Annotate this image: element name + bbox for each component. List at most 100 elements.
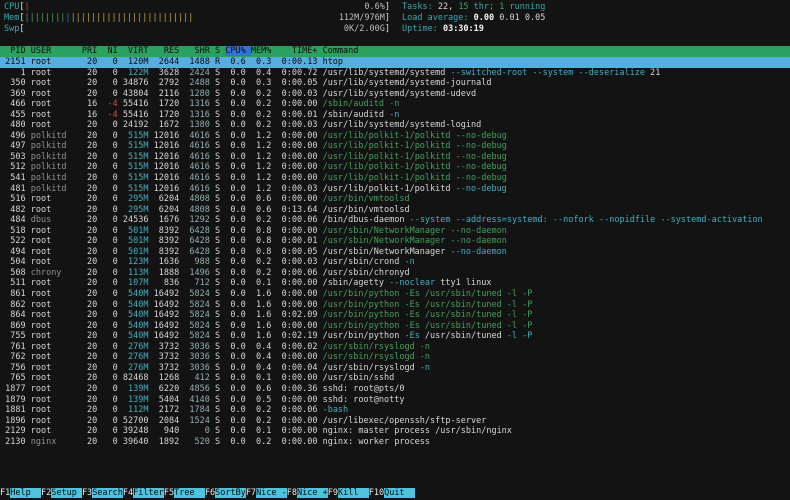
fkey-label: Nice -	[256, 488, 287, 498]
fkey-key: F6	[204, 488, 216, 498]
load-average: Load average: 0.00 0.01 0.05	[402, 13, 545, 24]
meters-panel: CPU[| 0.6%] Mem[|||||||||||||||||||||||||…	[4, 2, 390, 35]
column-header-res[interactable]: RES	[154, 46, 179, 56]
process-row[interactable]: 862 root 20 0 540M 16492 5824 S 0.0 1.6 …	[0, 300, 790, 311]
process-row[interactable]: 861 root 20 0 540M 16492 5824 S 0.0 1.6 …	[0, 289, 790, 300]
process-row[interactable]: 369 root 20 0 43804 2116 1280 S 0.0 0.2 …	[0, 89, 790, 100]
threads-count: 15	[458, 2, 469, 12]
meter-value-text: 112M/976M	[338, 13, 385, 23]
process-row[interactable]: 864 root 20 0 540M 16492 5824 S 0.0 1.6 …	[0, 310, 790, 321]
fkey-label: Tree	[174, 488, 205, 498]
column-header-cpu[interactable]: CPU%	[225, 46, 251, 56]
process-row[interactable]: 1877 root 20 0 139M 6220 4856 S 0.0 0.6 …	[0, 384, 790, 395]
htop-terminal: CPU[| 0.6%] Mem[|||||||||||||||||||||||||…	[0, 0, 790, 500]
fkey-kill-button[interactable]: F9Kill	[328, 488, 369, 498]
fkey-nice-button[interactable]: F7Nice -	[246, 488, 287, 498]
process-row[interactable]: 1879 root 20 0 139M 5404 4140 S 0.0 0.5 …	[0, 395, 790, 406]
process-row[interactable]: 541 polkitd 20 0 515M 12016 4616 S 0.0 1…	[0, 173, 790, 184]
column-header-pid[interactable]: PID	[0, 46, 25, 56]
process-row[interactable]: 522 root 20 0 501M 8392 6428 S 0.0 0.8 0…	[0, 236, 790, 247]
fkey-filter-button[interactable]: F4Filter	[123, 488, 164, 498]
process-row[interactable]: 2129 root 20 0 39248 940 0 S 0.0 0.1 0:0…	[0, 426, 790, 437]
yellow-meter-bars: ||||||||||||||||||||||||	[70, 13, 194, 23]
column-header-user[interactable]: USER	[31, 46, 77, 56]
load-average-label: Load average:	[402, 13, 474, 23]
process-row[interactable]: 504 root 20 0 123M 1636 988 S 0.0 0.2 0:…	[0, 257, 790, 268]
process-row[interactable]: 2130 nginx 20 0 39640 1892 520 S 0.0 0.2…	[0, 437, 790, 448]
process-row[interactable]: 756 root 20 0 276M 3732 3036 S 0.0 0.4 0…	[0, 363, 790, 374]
fkey-quit-button[interactable]: F10Quit	[369, 488, 415, 498]
process-row[interactable]: 466 root 16 -4 55416 1720 1316 S 0.0 0.2…	[0, 99, 790, 110]
fkey-search-button[interactable]: F3Search	[82, 488, 123, 498]
process-row[interactable]: 480 root 20 0 24192 1672 1380 S 0.0 0.2 …	[0, 120, 790, 131]
fkey-help-button[interactable]: F1Help	[0, 488, 41, 498]
meter-value-text: 0K/2.00G	[343, 24, 385, 34]
red-meter-bars: |	[24, 2, 30, 12]
column-header-ni[interactable]: NI	[102, 46, 118, 56]
fkey-key: F7	[245, 488, 257, 498]
process-row[interactable]: 1 root 20 0 122M 3628 2424 S 0.0 0.4 0:0…	[0, 68, 790, 79]
column-header-shr[interactable]: SHR	[184, 46, 210, 56]
process-row[interactable]: 869 root 20 0 540M 16492 5824 S 0.0 1.6 …	[0, 321, 790, 332]
tasks-label: Tasks:	[402, 2, 438, 12]
fkey-nice-button[interactable]: F8Nice +	[287, 488, 328, 498]
process-row[interactable]: 512 polkitd 20 0 515M 12016 4616 S 0.0 1…	[0, 162, 790, 173]
swap-meter: Swp[0K/2.00G]	[4, 24, 390, 35]
process-row[interactable]: 761 root 20 0 276M 3732 3036 S 0.0 0.4 0…	[0, 342, 790, 353]
process-list: 2151 root 20 0 120M 2644 1488 R 0.6 0.3 …	[0, 57, 790, 447]
fkey-tree-button[interactable]: F5Tree	[164, 488, 205, 498]
fkey-label: Nice +	[297, 488, 328, 498]
process-row[interactable]: 1881 root 20 0 112M 2172 1784 S 0.0 0.2 …	[0, 405, 790, 416]
process-row[interactable]: 518 root 20 0 501M 8392 6428 S 0.0 0.8 0…	[0, 226, 790, 237]
process-row[interactable]: 494 root 20 0 501M 8392 6428 S 0.0 0.8 0…	[0, 247, 790, 258]
process-row[interactable]: 755 root 20 0 540M 16492 5824 S 0.0 1.6 …	[0, 331, 790, 342]
column-header-time[interactable]: TIME+	[276, 46, 318, 56]
process-row[interactable]: 497 polkitd 20 0 515M 12016 4616 S 0.0 1…	[0, 141, 790, 152]
function-key-bar: F1Help F2Setup F3SearchF4FilterF5Tree F6…	[0, 487, 790, 499]
swap-meter-bracket-close: ]	[384, 24, 390, 34]
cpu-meter-label: CPU	[4, 2, 20, 12]
green-meter-bars: ||||||||	[24, 13, 66, 23]
column-header-virt[interactable]: VIRT	[123, 46, 148, 56]
load-1min: 0.00	[473, 13, 500, 23]
process-row[interactable]: 508 chrony 20 0 113M 1888 1496 S 0.0 0.2…	[0, 268, 790, 279]
cpu-meter-bracket-close: ]	[384, 2, 390, 12]
process-row[interactable]: 350 root 20 0 34876 2792 2488 S 0.0 0.3 …	[0, 78, 790, 89]
process-row[interactable]: 455 root 16 -4 55416 1720 1316 S 0.0 0.2…	[0, 110, 790, 121]
mem-meter-bracket-close: ]	[384, 13, 390, 23]
column-header-mem[interactable]: MEM%	[251, 46, 271, 56]
process-table: PID USER PRI NI VIRT RES SHR S CPU% MEM%…	[0, 46, 790, 447]
column-header-pri[interactable]: PRI	[82, 46, 97, 56]
fkey-sortby-button[interactable]: F6SortBy	[205, 488, 246, 498]
fkey-label: Quit	[384, 488, 415, 498]
process-row[interactable]: 484 dbus 20 0 24536 1676 1292 S 0.0 0.2 …	[0, 215, 790, 226]
system-info-panel: Tasks: 22, 15 thr; 1 running Load averag…	[402, 2, 545, 35]
process-row[interactable]: 496 polkitd 20 0 515M 12016 4616 S 0.0 1…	[0, 131, 790, 142]
fkey-label: Setup	[51, 488, 82, 498]
fkey-label: Search	[92, 488, 123, 498]
cpu-meter: CPU[| 0.6%]	[4, 2, 390, 13]
fkey-key: F10	[368, 488, 385, 498]
swap-meter-bar: 0K/2.00G	[24, 24, 385, 35]
process-row[interactable]: 1896 root 20 0 52700 2084 1524 S 0.0 0.2…	[0, 416, 790, 427]
process-row[interactable]: 503 polkitd 20 0 515M 12016 4616 S 0.0 1…	[0, 152, 790, 163]
fkey-label: Help	[10, 488, 41, 498]
column-header-command[interactable]: Command	[323, 46, 359, 56]
process-row[interactable]: 2151 root 20 0 120M 2644 1488 R 0.6 0.3 …	[0, 57, 790, 68]
column-header-s[interactable]: S	[215, 46, 220, 56]
fkey-setup-button[interactable]: F2Setup	[41, 488, 82, 498]
process-row[interactable]: 765 root 20 0 82468 1268 412 S 0.0 0.1 0…	[0, 373, 790, 384]
uptime-value: 03:30:19	[442, 24, 484, 34]
running-label: running	[504, 2, 546, 12]
cpu-meter-bar: | 0.6%	[24, 2, 384, 13]
process-row[interactable]: 482 root 20 0 295M 6204 4808 S 0.0 0.6 0…	[0, 205, 790, 216]
process-row[interactable]: 516 root 20 0 295M 6204 4808 S 0.0 0.6 0…	[0, 194, 790, 205]
swap-meter-label: Swp	[4, 24, 20, 34]
fkey-label: Kill	[338, 488, 369, 498]
process-row[interactable]: 511 root 20 0 107M 836 712 S 0.0 0.1 0:0…	[0, 278, 790, 289]
process-row[interactable]: 762 root 20 0 276M 3732 3036 S 0.0 0.4 0…	[0, 352, 790, 363]
tasks-count: 22,	[437, 2, 459, 12]
fkey-key: F9	[327, 488, 338, 498]
fkey-label: Filter	[133, 488, 164, 498]
process-row[interactable]: 481 polkitd 20 0 515M 12016 4616 S 0.0 1…	[0, 184, 790, 195]
